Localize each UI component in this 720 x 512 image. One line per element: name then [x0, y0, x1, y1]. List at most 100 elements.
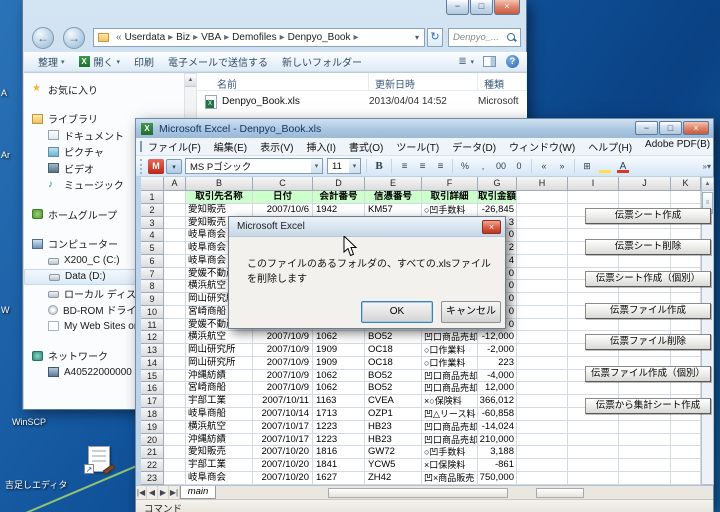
editor-shortcut-icon[interactable]: ↗	[84, 446, 114, 474]
cell-detail[interactable]: 凹×商品販売	[422, 472, 478, 485]
cell-account[interactable]: 1909	[313, 357, 365, 370]
minimize-button[interactable]: −	[635, 121, 658, 135]
row-header[interactable]: 17	[141, 395, 164, 408]
cell[interactable]	[619, 319, 671, 332]
scroll-up-icon[interactable]: ▲	[185, 74, 196, 87]
cell[interactable]	[517, 280, 568, 293]
cell-reference[interactable]: BO52	[365, 370, 422, 383]
cell-detail[interactable]: 凹口商品売却	[422, 331, 478, 344]
cell[interactable]	[517, 217, 568, 230]
cell-amount[interactable]: 366,012	[478, 395, 517, 408]
cell[interactable]	[671, 382, 701, 395]
cell-account[interactable]: 1841	[313, 459, 365, 472]
column-header[interactable]: E	[365, 177, 422, 191]
cell-detail[interactable]: ×○保険料	[422, 395, 478, 408]
row-header[interactable]: 9	[141, 293, 164, 306]
macro-button[interactable]: 伝票から集計シート作成	[585, 398, 711, 414]
cell[interactable]	[164, 280, 186, 293]
cell[interactable]	[164, 344, 186, 357]
cell-account[interactable]: 1816	[313, 446, 365, 459]
row-header[interactable]: 21	[141, 446, 164, 459]
cell[interactable]	[619, 421, 671, 434]
cell[interactable]	[671, 255, 701, 268]
cell[interactable]	[517, 319, 568, 332]
refresh-button[interactable]: ↻	[427, 28, 443, 47]
sheet-tab-main[interactable]: main	[180, 486, 216, 499]
align-left-button[interactable]: ≡	[396, 159, 412, 174]
change-view-button[interactable]: ≣ ▾	[458, 56, 473, 67]
cell[interactable]	[164, 357, 186, 370]
column-header[interactable]: A	[164, 177, 186, 191]
search-box[interactable]: Denpyo_...	[448, 28, 521, 47]
column-header[interactable]: G	[478, 177, 517, 191]
row-header[interactable]: 14	[141, 357, 164, 370]
cell[interactable]	[517, 331, 568, 344]
increase-decimal-button[interactable]: 00	[493, 159, 509, 174]
cell-amount[interactable]: -4,000	[478, 370, 517, 383]
maximize-button[interactable]: □	[659, 121, 682, 135]
cell-amount[interactable]: -12,000	[478, 331, 517, 344]
cell[interactable]	[568, 459, 619, 472]
cell-amount[interactable]: 3,188	[478, 446, 517, 459]
column-header-modified[interactable]: 更新日時	[369, 73, 478, 90]
font-color-button[interactable]: A	[615, 159, 631, 174]
cell-amount[interactable]: 12,000	[478, 382, 517, 395]
increase-indent-button[interactable]: »	[554, 159, 570, 174]
cell[interactable]	[671, 472, 701, 485]
cell-detail[interactable]: ○凹手数料	[422, 204, 478, 217]
cell[interactable]	[671, 434, 701, 447]
cell-reference[interactable]: OC18	[365, 344, 422, 357]
cell[interactable]	[164, 382, 186, 395]
cell[interactable]	[164, 319, 186, 332]
cell-account[interactable]: 1627	[313, 472, 365, 485]
cell-name[interactable]: 沖縄紡績	[186, 370, 253, 383]
cell[interactable]	[517, 421, 568, 434]
row-header[interactable]: 4	[141, 229, 164, 242]
cell-amount[interactable]: 223	[478, 357, 517, 370]
cell-amount[interactable]: 210,000	[478, 434, 517, 447]
menu-item[interactable]: 挿入(I)	[306, 139, 335, 154]
cell-detail[interactable]: ○口作業料	[422, 344, 478, 357]
cell-amount[interactable]: -14,024	[478, 421, 517, 434]
macro-button[interactable]: 伝票シート作成	[585, 208, 711, 224]
cell[interactable]	[671, 421, 701, 434]
cell-detail[interactable]: 凹口商品売却	[422, 421, 478, 434]
cell[interactable]	[671, 446, 701, 459]
menu-item[interactable]: ツール(T)	[396, 139, 439, 154]
column-header[interactable]: J	[619, 177, 671, 191]
cell-reference[interactable]: OZP1	[365, 408, 422, 421]
breadcrumb-segment[interactable]: Biz	[176, 32, 190, 43]
cell-amount[interactable]: -26,845	[478, 204, 517, 217]
row-header[interactable]: 23	[141, 472, 164, 485]
breadcrumb-segment[interactable]: Denpyo_Book	[288, 32, 351, 43]
borders-button[interactable]: ⊞	[579, 159, 595, 174]
row-header[interactable]: 13	[141, 344, 164, 357]
cell-account[interactable]: 1713	[313, 408, 365, 421]
cell-detail[interactable]: 凹口商品売却	[422, 370, 478, 383]
column-header-type[interactable]: 種類	[478, 73, 527, 90]
menu-item[interactable]: ウィンドウ(W)	[509, 139, 575, 154]
cell[interactable]	[164, 255, 186, 268]
macro-button[interactable]: 伝票ファイル削除	[585, 334, 711, 350]
row-header[interactable]: 8	[141, 280, 164, 293]
file-row[interactable]: Denpyo_Book.xls 2013/04/04 14:52 Microso…	[197, 93, 527, 110]
cell-date[interactable]: 2007/10/17	[253, 421, 313, 434]
cell[interactable]	[517, 204, 568, 217]
cell[interactable]	[164, 421, 186, 434]
toolbar-overflow-icon[interactable]: »▾	[703, 162, 711, 171]
ok-button[interactable]: OK	[361, 301, 433, 323]
cell-date[interactable]: 2007/10/9	[253, 344, 313, 357]
cell-account[interactable]: 1223	[313, 421, 365, 434]
cell-account[interactable]: 1223	[313, 434, 365, 447]
organize-button[interactable]: 整理▾	[38, 54, 65, 69]
cell-reference[interactable]: GW72	[365, 446, 422, 459]
cell[interactable]	[164, 306, 186, 319]
cell-amount[interactable]: 取引金額	[478, 191, 517, 204]
dialog-close-button[interactable]: ×	[482, 220, 501, 234]
cell-detail[interactable]: 凹口商品売却	[422, 382, 478, 395]
cell[interactable]	[517, 268, 568, 281]
cell[interactable]	[619, 446, 671, 459]
cell[interactable]	[671, 319, 701, 332]
font-size-select[interactable]: 11▾	[327, 158, 361, 174]
horizontal-scrollbar-thumb[interactable]	[328, 488, 508, 498]
